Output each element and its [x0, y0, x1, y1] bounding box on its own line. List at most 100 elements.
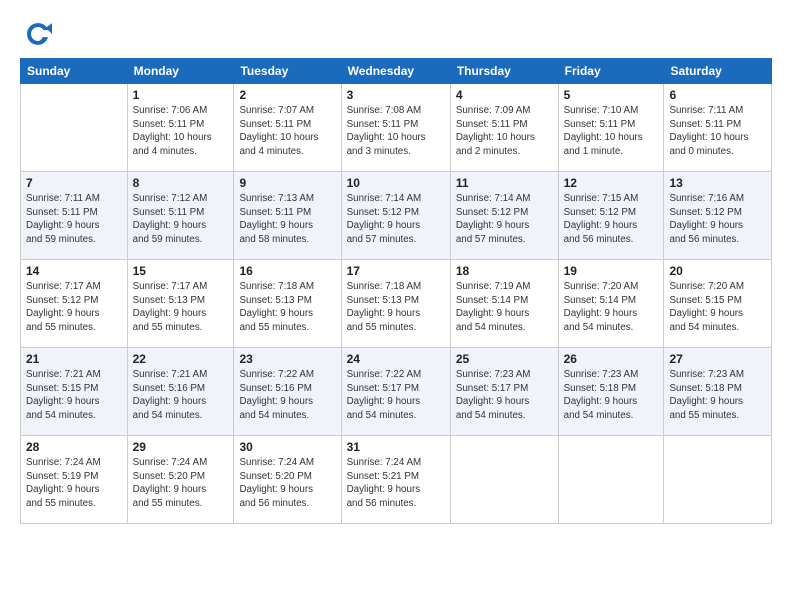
calendar-cell: 29 Sunrise: 7:24 AMSunset: 5:20 PMDayligh… [127, 436, 234, 524]
day-number: 28 [26, 440, 122, 454]
day-info: Sunrise: 7:21 AMSunset: 5:15 PMDaylight:… [26, 368, 122, 423]
calendar-cell: 3 Sunrise: 7:08 AMSunset: 5:11 PMDaylight… [341, 84, 450, 172]
day-number: 20 [669, 264, 766, 278]
day-number: 14 [26, 264, 122, 278]
day-number: 15 [133, 264, 229, 278]
day-number: 27 [669, 352, 766, 366]
calendar-cell: 18 Sunrise: 7:19 AMSunset: 5:14 PMDayligh… [450, 260, 558, 348]
page: SundayMondayTuesdayWednesdayThursdayFrid… [0, 0, 792, 612]
day-info: Sunrise: 7:14 AMSunset: 5:12 PMDaylight:… [456, 192, 553, 247]
calendar-cell [21, 84, 128, 172]
day-info: Sunrise: 7:24 AMSunset: 5:19 PMDaylight:… [26, 456, 122, 511]
day-number: 1 [133, 88, 229, 102]
day-info: Sunrise: 7:11 AMSunset: 5:11 PMDaylight:… [669, 104, 766, 159]
calendar-week-row: 28 Sunrise: 7:24 AMSunset: 5:19 PMDayligh… [21, 436, 772, 524]
day-number: 6 [669, 88, 766, 102]
calendar-cell: 13Sunrise: 7:16 AMSunset: 5:12 PMDayligh… [664, 172, 772, 260]
calendar-cell: 25Sunrise: 7:23 AMSunset: 5:17 PMDayligh… [450, 348, 558, 436]
day-number: 19 [564, 264, 659, 278]
calendar-cell: 14 Sunrise: 7:17 AMSunset: 5:12 PMDayligh… [21, 260, 128, 348]
column-header-saturday: Saturday [664, 59, 772, 84]
calendar-table: SundayMondayTuesdayWednesdayThursdayFrid… [20, 58, 772, 524]
calendar-cell: 5 Sunrise: 7:10 AMSunset: 5:11 PMDaylight… [558, 84, 664, 172]
calendar-week-row: 1 Sunrise: 7:06 AMSunset: 5:11 PMDaylight… [21, 84, 772, 172]
column-header-friday: Friday [558, 59, 664, 84]
day-info: Sunrise: 7:06 AMSunset: 5:11 PMDaylight:… [133, 104, 229, 159]
day-number: 22 [133, 352, 229, 366]
day-number: 17 [347, 264, 445, 278]
day-number: 5 [564, 88, 659, 102]
column-header-thursday: Thursday [450, 59, 558, 84]
calendar-cell: 4 Sunrise: 7:09 AMSunset: 5:11 PMDaylight… [450, 84, 558, 172]
day-number: 9 [239, 176, 335, 190]
day-info: Sunrise: 7:14 AMSunset: 5:12 PMDaylight:… [347, 192, 445, 247]
day-info: Sunrise: 7:22 AMSunset: 5:17 PMDaylight:… [347, 368, 445, 423]
day-number: 29 [133, 440, 229, 454]
day-info: Sunrise: 7:24 AMSunset: 5:20 PMDaylight:… [239, 456, 335, 511]
day-number: 18 [456, 264, 553, 278]
day-info: Sunrise: 7:20 AMSunset: 5:14 PMDaylight:… [564, 280, 659, 335]
calendar-cell: 20 Sunrise: 7:20 AMSunset: 5:15 PMDayligh… [664, 260, 772, 348]
day-info: Sunrise: 7:17 AMSunset: 5:12 PMDaylight:… [26, 280, 122, 335]
calendar-cell: 27 Sunrise: 7:23 AMSunset: 5:18 PMDayligh… [664, 348, 772, 436]
day-info: Sunrise: 7:19 AMSunset: 5:14 PMDaylight:… [456, 280, 553, 335]
calendar-cell: 19 Sunrise: 7:20 AMSunset: 5:14 PMDayligh… [558, 260, 664, 348]
calendar-cell: 22 Sunrise: 7:21 AMSunset: 5:16 PMDayligh… [127, 348, 234, 436]
column-header-tuesday: Tuesday [234, 59, 341, 84]
day-number: 12 [564, 176, 659, 190]
day-number: 3 [347, 88, 445, 102]
calendar-cell: 9 Sunrise: 7:13 AMSunset: 5:11 PMDaylight… [234, 172, 341, 260]
day-info: Sunrise: 7:18 AMSunset: 5:13 PMDaylight:… [347, 280, 445, 335]
calendar-header-row: SundayMondayTuesdayWednesdayThursdayFrid… [21, 59, 772, 84]
day-info: Sunrise: 7:24 AMSunset: 5:20 PMDaylight:… [133, 456, 229, 511]
day-number: 10 [347, 176, 445, 190]
day-info: Sunrise: 7:11 AMSunset: 5:11 PMDaylight:… [26, 192, 122, 247]
day-info: Sunrise: 7:18 AMSunset: 5:13 PMDaylight:… [239, 280, 335, 335]
day-number: 31 [347, 440, 445, 454]
calendar-week-row: 14 Sunrise: 7:17 AMSunset: 5:12 PMDayligh… [21, 260, 772, 348]
column-header-wednesday: Wednesday [341, 59, 450, 84]
day-number: 2 [239, 88, 335, 102]
calendar-week-row: 7 Sunrise: 7:11 AMSunset: 5:11 PMDaylight… [21, 172, 772, 260]
day-info: Sunrise: 7:09 AMSunset: 5:11 PMDaylight:… [456, 104, 553, 159]
day-number: 8 [133, 176, 229, 190]
calendar-cell: 21Sunrise: 7:21 AMSunset: 5:15 PMDayligh… [21, 348, 128, 436]
day-info: Sunrise: 7:07 AMSunset: 5:11 PMDaylight:… [239, 104, 335, 159]
day-info: Sunrise: 7:13 AMSunset: 5:11 PMDaylight:… [239, 192, 335, 247]
calendar-cell: 11 Sunrise: 7:14 AMSunset: 5:12 PMDayligh… [450, 172, 558, 260]
calendar-cell: 6 Sunrise: 7:11 AMSunset: 5:11 PMDaylight… [664, 84, 772, 172]
calendar-cell: 12 Sunrise: 7:15 AMSunset: 5:12 PMDayligh… [558, 172, 664, 260]
column-header-monday: Monday [127, 59, 234, 84]
day-info: Sunrise: 7:17 AMSunset: 5:13 PMDaylight:… [133, 280, 229, 335]
day-info: Sunrise: 7:20 AMSunset: 5:15 PMDaylight:… [669, 280, 766, 335]
calendar-cell: 10 Sunrise: 7:14 AMSunset: 5:12 PMDayligh… [341, 172, 450, 260]
day-number: 11 [456, 176, 553, 190]
day-number: 4 [456, 88, 553, 102]
calendar-cell: 1 Sunrise: 7:06 AMSunset: 5:11 PMDaylight… [127, 84, 234, 172]
calendar-cell: 28 Sunrise: 7:24 AMSunset: 5:19 PMDayligh… [21, 436, 128, 524]
calendar-cell: 7 Sunrise: 7:11 AMSunset: 5:11 PMDaylight… [21, 172, 128, 260]
header [20, 18, 772, 48]
day-info: Sunrise: 7:10 AMSunset: 5:11 PMDaylight:… [564, 104, 659, 159]
calendar-cell: 26 Sunrise: 7:23 AMSunset: 5:18 PMDayligh… [558, 348, 664, 436]
day-number: 7 [26, 176, 122, 190]
day-info: Sunrise: 7:22 AMSunset: 5:16 PMDaylight:… [239, 368, 335, 423]
day-info: Sunrise: 7:23 AMSunset: 5:18 PMDaylight:… [669, 368, 766, 423]
calendar-cell: 15 Sunrise: 7:17 AMSunset: 5:13 PMDayligh… [127, 260, 234, 348]
calendar-cell: 8 Sunrise: 7:12 AMSunset: 5:11 PMDaylight… [127, 172, 234, 260]
logo [20, 18, 52, 48]
day-info: Sunrise: 7:23 AMSunset: 5:18 PMDaylight:… [564, 368, 659, 423]
day-number: 26 [564, 352, 659, 366]
day-info: Sunrise: 7:12 AMSunset: 5:11 PMDaylight:… [133, 192, 229, 247]
day-number: 30 [239, 440, 335, 454]
calendar-cell: 31Sunrise: 7:24 AMSunset: 5:21 PMDayligh… [341, 436, 450, 524]
day-number: 16 [239, 264, 335, 278]
calendar-cell: 23 Sunrise: 7:22 AMSunset: 5:16 PMDayligh… [234, 348, 341, 436]
day-number: 23 [239, 352, 335, 366]
day-info: Sunrise: 7:21 AMSunset: 5:16 PMDaylight:… [133, 368, 229, 423]
day-info: Sunrise: 7:15 AMSunset: 5:12 PMDaylight:… [564, 192, 659, 247]
day-number: 13 [669, 176, 766, 190]
calendar-week-row: 21Sunrise: 7:21 AMSunset: 5:15 PMDayligh… [21, 348, 772, 436]
day-info: Sunrise: 7:08 AMSunset: 5:11 PMDaylight:… [347, 104, 445, 159]
calendar-cell: 24Sunrise: 7:22 AMSunset: 5:17 PMDayligh… [341, 348, 450, 436]
